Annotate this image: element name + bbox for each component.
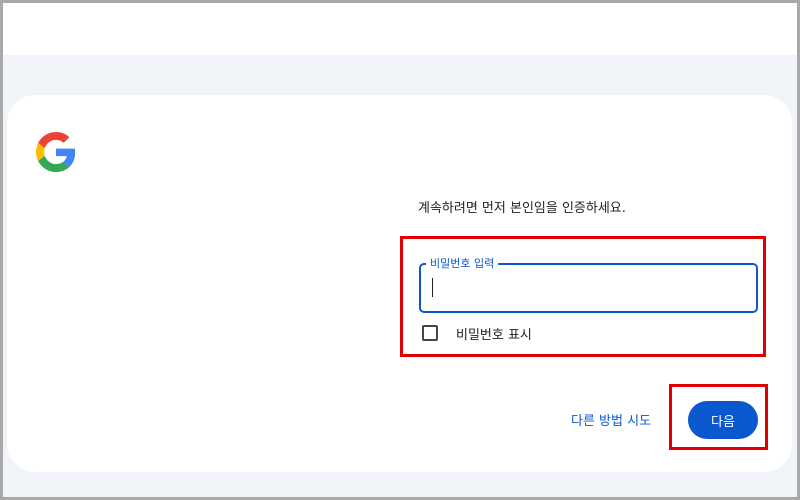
google-g-icon xyxy=(36,132,76,172)
verify-identity-prompt: 계속하려면 먼저 본인임을 인증하세요. xyxy=(418,201,626,216)
highlight-box-next xyxy=(669,384,768,450)
highlight-box-password xyxy=(400,236,766,357)
try-another-way-button[interactable]: 다른 방법 시도 xyxy=(571,410,651,429)
